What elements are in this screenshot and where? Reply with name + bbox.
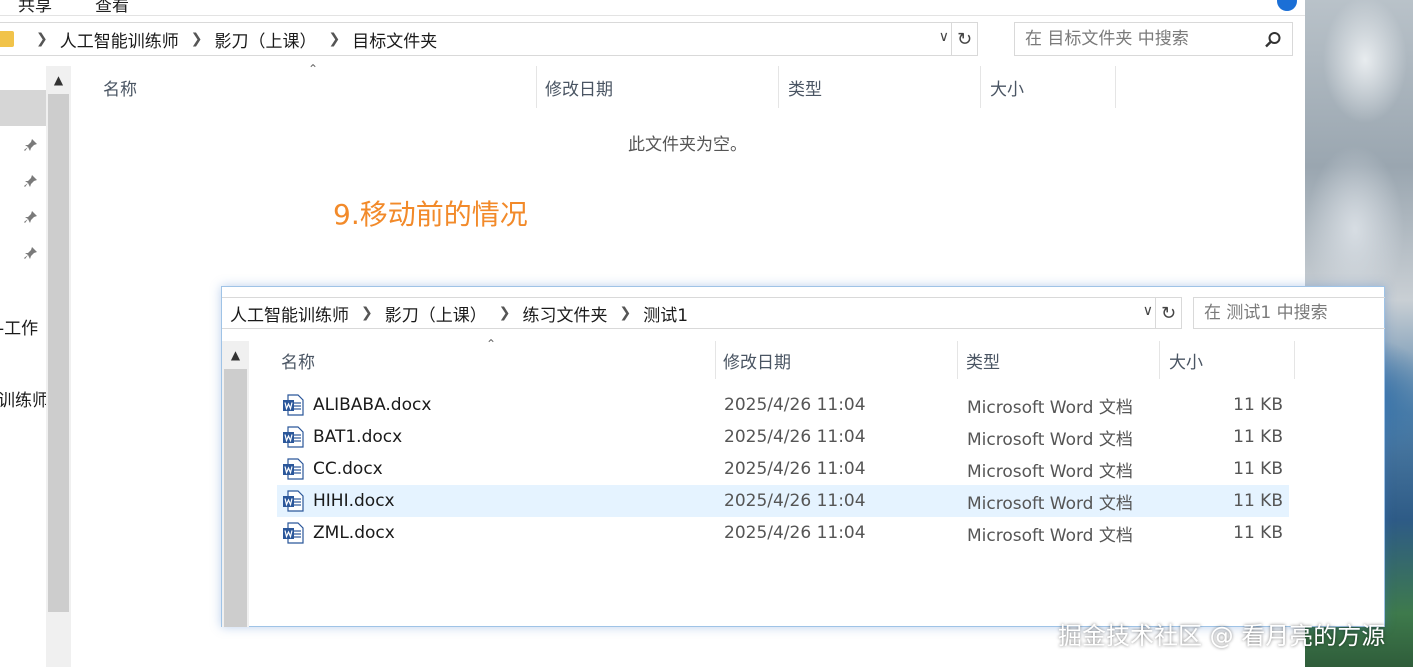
search-icon[interactable] (1264, 31, 1282, 49)
file-size: 11 KB (1233, 395, 1283, 415)
pin-icon (24, 211, 37, 223)
file-name: BAT1.docx (313, 427, 403, 447)
file-name-cell[interactable]: ALIBABA.docx (282, 394, 431, 416)
breadcrumb-item[interactable]: 人工智能训练师 (60, 27, 179, 52)
word-document-icon (283, 490, 304, 512)
nav-item-selected[interactable] (0, 90, 46, 126)
scroll-up-icon[interactable]: ▲ (46, 66, 71, 94)
pin-icon (24, 139, 37, 151)
column-header-size[interactable]: 大小 (990, 66, 1024, 108)
column-divider[interactable] (980, 66, 981, 108)
file-name-cell[interactable]: BAT1.docx (282, 426, 402, 448)
file-name-cell[interactable]: HIHI.docx (282, 490, 395, 512)
file-name: ZML.docx (313, 523, 395, 543)
pin-icon (24, 247, 37, 259)
search-box[interactable] (1193, 297, 1385, 329)
scroll-up-icon[interactable]: ▲ (222, 341, 249, 369)
breadcrumb-item[interactable]: 影刀（上课） (214, 27, 316, 52)
file-name: CC.docx (313, 459, 383, 479)
menu-share[interactable]: 共享 (18, 0, 52, 15)
column-header-name[interactable]: 名称 (103, 66, 137, 108)
search-input[interactable] (1204, 303, 1374, 323)
file-name: ALIBABA.docx (313, 395, 432, 415)
help-icon[interactable] (1277, 0, 1297, 11)
chevron-right-icon[interactable]: ❯ (499, 305, 511, 321)
chevron-right-icon[interactable]: ❯ (328, 31, 340, 47)
file-size: 11 KB (1233, 427, 1283, 447)
ribbon-menu: 共享 查看 (0, 0, 1305, 16)
table-row[interactable]: HIHI.docx 2025/4/26 11:04 Microsoft Word 文… (277, 485, 1289, 517)
nav-scrollbar-thumb[interactable] (224, 369, 247, 627)
column-header-date[interactable]: 修改日期 (545, 66, 613, 108)
file-size: 11 KB (1233, 459, 1283, 479)
word-document-icon (283, 426, 304, 448)
menu-view[interactable]: 查看 (95, 0, 129, 15)
table-row[interactable]: BAT1.docx 2025/4/26 11:04 Microsoft Word 文… (277, 421, 1289, 453)
file-size: 11 KB (1233, 523, 1283, 543)
nav-item-work[interactable]: -工作 (0, 314, 38, 339)
file-type: Microsoft Word 文档 (967, 429, 1133, 450)
column-header-type[interactable]: 类型 (788, 66, 822, 108)
folder-icon (0, 31, 14, 47)
word-document-icon (283, 394, 304, 416)
file-name: HIHI.docx (313, 491, 395, 511)
refresh-icon[interactable]: ↻ (951, 23, 977, 55)
chevron-right-icon[interactable]: ❯ (361, 305, 373, 321)
table-row[interactable]: ZML.docx 2025/4/26 11:04 Microsoft Word 文档… (277, 517, 1289, 549)
search-box[interactable] (1014, 22, 1293, 56)
file-type: Microsoft Word 文档 (967, 397, 1133, 418)
column-header-type[interactable]: 类型 (966, 341, 1000, 379)
file-type: Microsoft Word 文档 (967, 525, 1133, 546)
pin-icon (24, 175, 37, 187)
file-size: 11 KB (1233, 491, 1283, 511)
file-date: 2025/4/26 11:04 (724, 523, 866, 543)
word-document-icon (283, 522, 304, 544)
file-date: 2025/4/26 11:04 (724, 459, 866, 479)
word-document-icon (283, 458, 304, 480)
column-divider[interactable] (1159, 341, 1160, 379)
chevron-right-icon[interactable]: ❯ (619, 305, 631, 321)
table-row[interactable]: CC.docx 2025/4/26 11:04 Microsoft Word 文档 1… (277, 453, 1289, 485)
search-input[interactable] (1025, 29, 1255, 49)
sort-up-icon: ⌃ (486, 337, 497, 351)
column-divider[interactable] (1294, 341, 1295, 379)
file-name-cell[interactable]: ZML.docx (282, 522, 395, 544)
breadcrumb-item[interactable]: 人工智能训练师 (230, 301, 349, 326)
chevron-right-icon[interactable]: ❯ (36, 31, 48, 47)
nav-item-trainer[interactable]: 训练师 (0, 386, 49, 411)
breadcrumb-item[interactable]: 影刀（上课） (385, 301, 487, 326)
column-header-size[interactable]: 大小 (1169, 341, 1203, 379)
chevron-right-icon[interactable]: ❯ (191, 31, 203, 47)
file-date: 2025/4/26 11:04 (724, 491, 866, 511)
column-header-name[interactable]: 名称 (281, 341, 315, 379)
breadcrumb-item[interactable]: 练习文件夹 (522, 301, 607, 326)
file-list: ALIBABA.docx 2025/4/26 11:04 Microsoft Wor… (277, 389, 1289, 549)
nav-scrollbar-thumb[interactable] (48, 94, 69, 612)
annotation-label: 9.移动前的情况 (333, 198, 528, 231)
column-divider[interactable] (957, 341, 958, 379)
breadcrumb-item[interactable]: 测试1 (643, 301, 688, 326)
chevron-down-icon[interactable]: ∨ (1143, 303, 1153, 319)
column-divider[interactable] (715, 341, 716, 379)
address-bar[interactable]: ❯ 人工智能训练师 ❯ 影刀（上课） ❯ 目标文件夹 ∨ ↻ (0, 22, 978, 56)
address-bar[interactable]: 人工智能训练师 ❯ 影刀（上课） ❯ 练习文件夹 ❯ 测试1 ∨ ↻ (222, 297, 1182, 329)
column-divider[interactable] (1115, 66, 1116, 108)
breadcrumb-item[interactable]: 目标文件夹 (352, 27, 437, 52)
file-date: 2025/4/26 11:04 (724, 395, 866, 415)
watermark: 掘金技术社区 @ 看月亮的方源 (1058, 622, 1386, 650)
file-type: Microsoft Word 文档 (967, 461, 1133, 482)
file-name-cell[interactable]: CC.docx (282, 458, 383, 480)
column-divider[interactable] (778, 66, 779, 108)
file-date: 2025/4/26 11:04 (724, 427, 866, 447)
chevron-down-icon[interactable]: ∨ (939, 29, 949, 45)
file-type: Microsoft Word 文档 (967, 493, 1133, 514)
refresh-icon[interactable]: ↻ (1155, 298, 1181, 328)
table-row[interactable]: ALIBABA.docx 2025/4/26 11:04 Microsoft Wor… (277, 389, 1289, 421)
empty-folder-message: 此文件夹为空。 (628, 135, 747, 155)
sort-up-icon: ⌃ (308, 62, 319, 76)
explorer-window-source: 人工智能训练师 ❯ 影刀（上课） ❯ 练习文件夹 ❯ 测试1 ∨ ↻ ▲ 名称 … (221, 286, 1385, 627)
column-header-date[interactable]: 修改日期 (723, 341, 791, 379)
column-divider[interactable] (536, 66, 537, 108)
